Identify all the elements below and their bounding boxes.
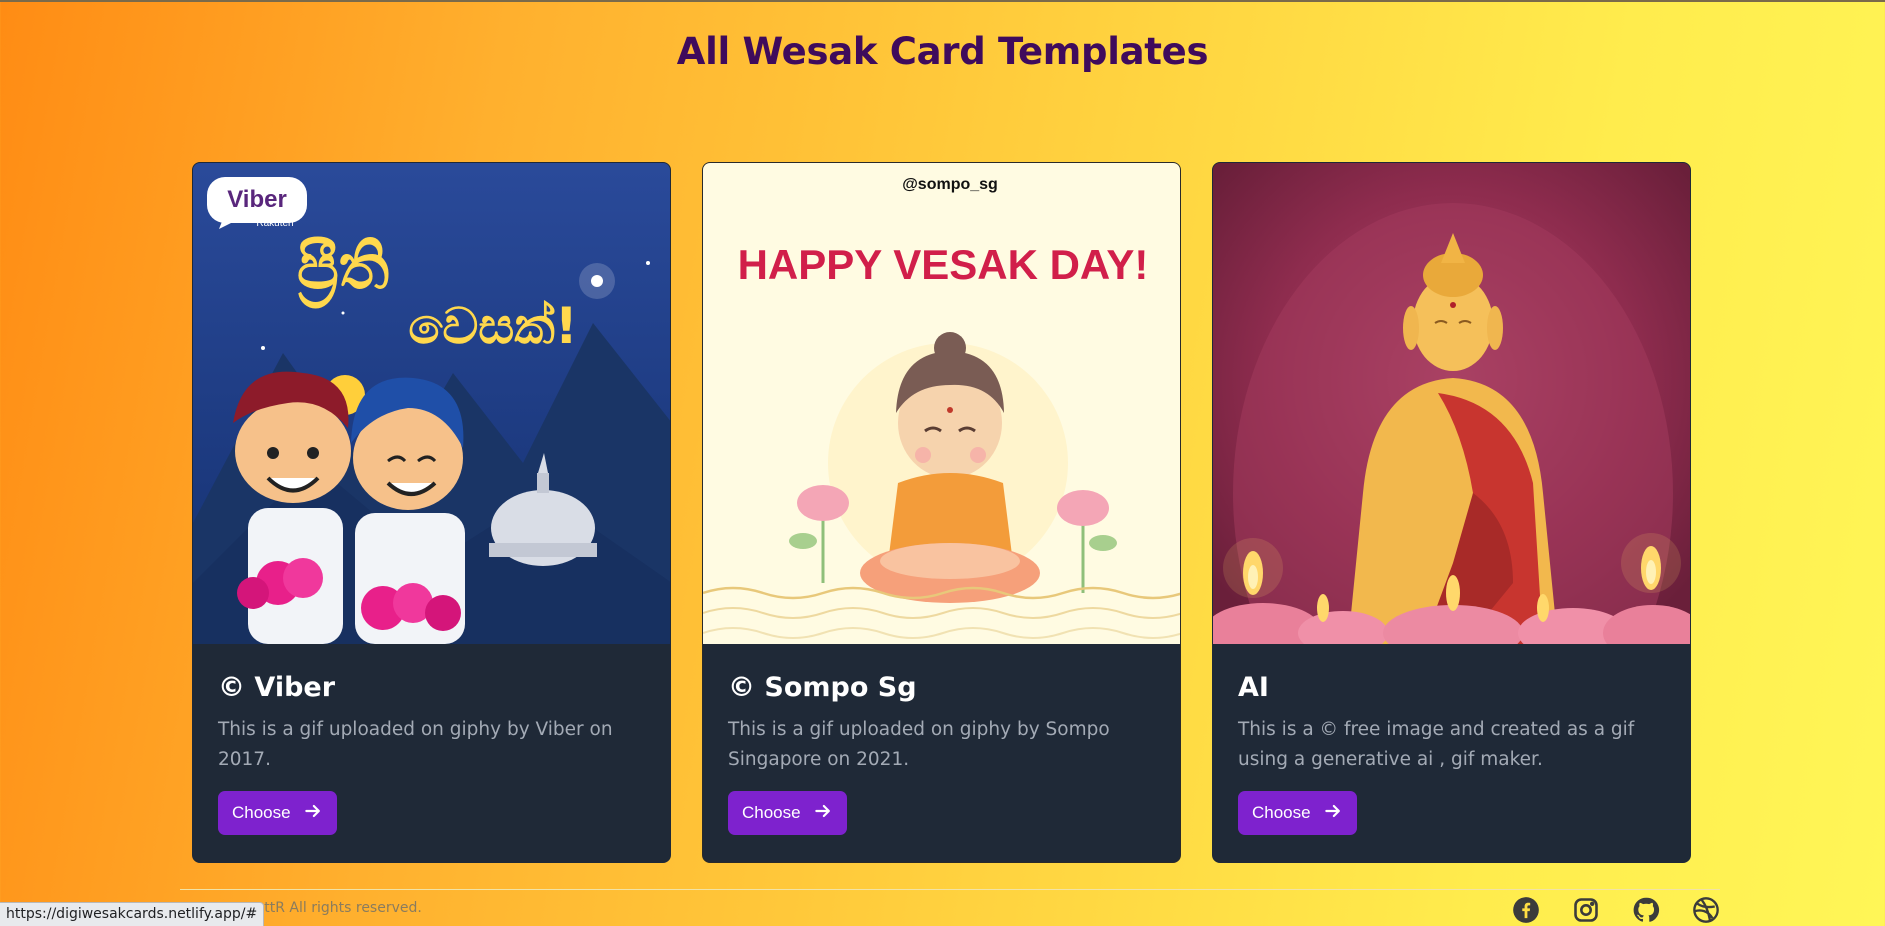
viber-brand-text: Viber [227, 186, 287, 213]
card-body-ai: AI This is a © free image and created as… [1213, 644, 1690, 862]
github-icon[interactable] [1632, 896, 1660, 924]
card-ai: AI This is a © free image and created as… [1212, 162, 1691, 863]
choose-button-sompo[interactable]: Choose [728, 791, 847, 835]
sompo-handle: @sompo_sg [902, 176, 998, 193]
arrow-right-icon [1323, 801, 1343, 826]
window-top-edge [0, 0, 1885, 2]
card-title: © Sompo Sg [728, 672, 917, 703]
card-viber: Viber Rakuten ප්‍රීති වෙසක්! [192, 162, 671, 863]
card-title: © Viber [218, 672, 336, 703]
viber-headline-1: ප්‍රීති [297, 230, 389, 308]
choose-button-viber[interactable]: Choose [218, 791, 337, 835]
dribbble-icon[interactable] [1692, 896, 1720, 924]
card-description: This is a © free image and created as a … [1238, 719, 1635, 770]
choose-button-ai[interactable]: Choose [1238, 791, 1357, 835]
card-image-ai[interactable] [1213, 163, 1690, 644]
arrow-right-icon [303, 801, 323, 826]
arrow-right-icon [813, 801, 833, 826]
card-description: This is a gif uploaded on giphy by Viber… [218, 719, 613, 770]
viber-headline-2: වෙසක්! [408, 297, 577, 355]
choose-button-label: Choose [1252, 803, 1311, 822]
instagram-icon[interactable] [1572, 896, 1600, 924]
card-grid: Viber Rakuten ප්‍රීති වෙසක්! [192, 162, 1692, 863]
status-bar-url: https://digiwesakcards.netlify.app/# [0, 902, 265, 926]
card-title: AI [1238, 672, 1269, 703]
card-body-viber: © Viber This is a gif uploaded on giphy … [193, 644, 670, 862]
social-links [1512, 896, 1720, 924]
rakuten-text: Rakuten [256, 218, 293, 229]
footer-copyright: cottR All rights reserved. [248, 900, 422, 916]
card-body-sompo: © Sompo Sg This is a gif uploaded on gip… [703, 644, 1180, 862]
page-title: All Wesak Card Templates [676, 30, 1209, 73]
choose-button-label: Choose [742, 803, 801, 822]
choose-button-label: Choose [232, 803, 291, 822]
card-image-sompo[interactable]: @sompo_sg HAPPY VESAK DAY! [703, 163, 1180, 644]
footer-divider [180, 889, 1720, 890]
card-description: This is a gif uploaded on giphy by Sompo… [728, 719, 1110, 770]
card-sompo: @sompo_sg HAPPY VESAK DAY! © Sompo Sg Th… [702, 162, 1181, 863]
card-image-viber[interactable]: Viber Rakuten ප්‍රීති වෙසක්! [193, 163, 670, 644]
facebook-icon[interactable] [1512, 896, 1540, 924]
sompo-headline: HAPPY VESAK DAY! [738, 241, 1149, 288]
